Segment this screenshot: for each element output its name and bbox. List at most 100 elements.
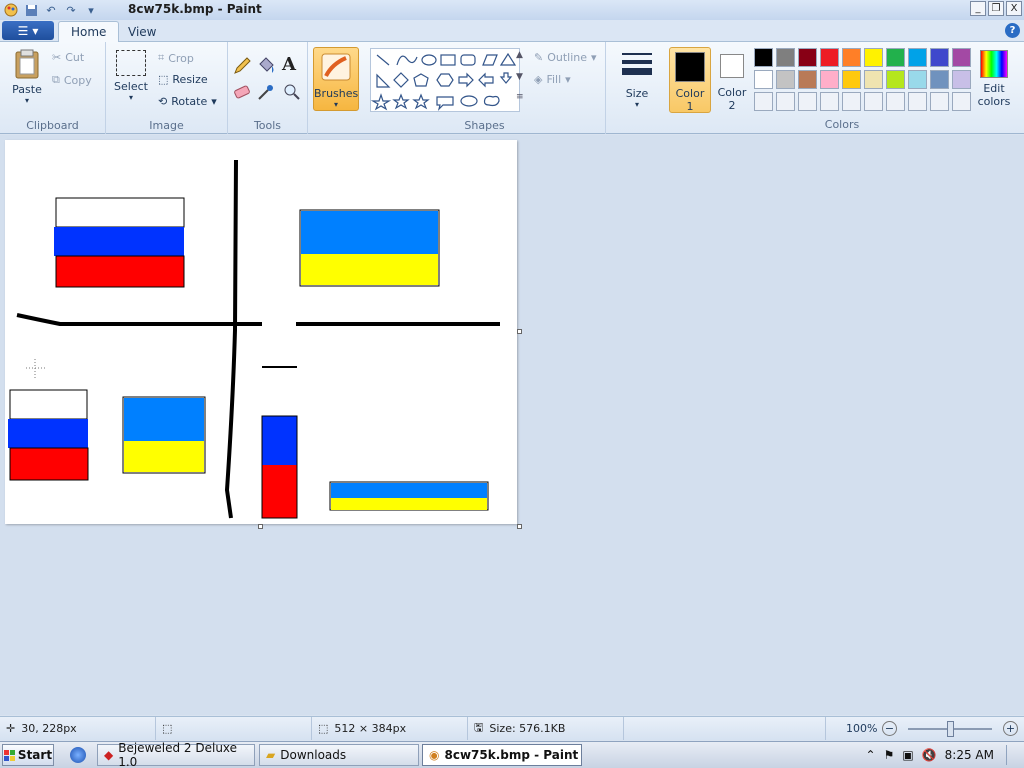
fill-bucket-icon[interactable] xyxy=(256,56,276,76)
resize-handle-bottom[interactable] xyxy=(258,524,263,529)
browser-quicklaunch-icon[interactable] xyxy=(70,747,86,763)
undo-icon[interactable]: ↶ xyxy=(42,2,60,18)
eraser-icon[interactable] xyxy=(232,82,252,102)
minimize-button[interactable]: _ xyxy=(970,1,986,16)
size-button[interactable]: Size ▾ xyxy=(614,50,660,109)
fill-button[interactable]: ◈ Fill ▾ xyxy=(534,73,571,86)
palette-swatch[interactable] xyxy=(798,70,817,89)
palette-swatch[interactable] xyxy=(776,48,795,67)
volume-muted-icon[interactable]: 🔇 xyxy=(922,748,937,762)
save-icon[interactable] xyxy=(22,2,40,18)
resize-button[interactable]: ⬚ Resize xyxy=(158,73,208,86)
taskbar-item-bejeweled[interactable]: ◆ Bejeweled 2 Deluxe 1.0 xyxy=(97,741,255,768)
magnifier-icon[interactable] xyxy=(282,82,302,102)
application-menu-button[interactable]: ☰ ▾ xyxy=(2,21,54,40)
paste-icon xyxy=(15,49,39,79)
palette-swatch[interactable] xyxy=(798,48,817,67)
folder-icon: ▰ xyxy=(266,748,276,762)
color1-button[interactable]: Color 1 xyxy=(669,47,711,113)
customize-quick-access-icon[interactable]: ▾ xyxy=(82,2,100,18)
drawing-canvas[interactable] xyxy=(5,140,517,524)
palette-swatch-empty[interactable] xyxy=(886,92,905,111)
file-size: 🖫 Size: 576.1KB xyxy=(468,717,624,740)
palette-swatch[interactable] xyxy=(886,70,905,89)
color2-button[interactable]: Color 2 xyxy=(712,47,752,113)
text-tool-icon[interactable]: A xyxy=(282,54,302,75)
palette-swatch[interactable] xyxy=(930,48,949,67)
palette-swatch[interactable] xyxy=(908,48,927,67)
palette-swatch[interactable] xyxy=(952,48,971,67)
palette-swatch-empty[interactable] xyxy=(952,92,971,111)
shapes-scroll-up-icon[interactable]: ▲ xyxy=(516,50,523,60)
taskbar-item-paint[interactable]: ◉ 8cw75k.bmp - Paint xyxy=(422,744,582,766)
palette-swatch-empty[interactable] xyxy=(930,92,949,111)
crop-button[interactable]: ⌗ Crop xyxy=(158,51,194,65)
edit-colors-button[interactable]: Edit colors xyxy=(976,50,1012,108)
resize-label: Resize xyxy=(172,73,208,86)
rotate-button[interactable]: ⟲ Rotate ▾ xyxy=(158,95,217,108)
start-label: Start xyxy=(17,748,53,762)
resize-handle-right[interactable] xyxy=(517,329,522,334)
palette-swatch-empty[interactable] xyxy=(776,92,795,111)
paint-app-icon[interactable] xyxy=(2,2,20,18)
taskbar-item-downloads[interactable]: ▰ Downloads xyxy=(259,744,419,766)
brushes-button[interactable]: Brushes ▾ xyxy=(313,47,359,111)
outline-dropdown-icon: ▾ xyxy=(591,51,597,64)
help-icon[interactable]: ? xyxy=(1005,23,1020,38)
palette-swatch[interactable] xyxy=(820,48,839,67)
palette-swatch[interactable] xyxy=(864,70,883,89)
cut-button[interactable]: ✂ Cut xyxy=(52,51,84,64)
show-hidden-icons-icon[interactable]: ⌃ xyxy=(866,748,876,762)
palette-swatch[interactable] xyxy=(776,70,795,89)
flag-icon[interactable]: ⚑ xyxy=(884,748,895,762)
rotate-dropdown-icon: ▾ xyxy=(211,95,217,108)
palette-swatch-empty[interactable] xyxy=(754,92,773,111)
resize-handle-corner[interactable] xyxy=(517,524,522,529)
clock[interactable]: 8:25 AM xyxy=(945,748,994,762)
copy-button[interactable]: ⧉ Copy xyxy=(52,73,92,87)
palette-swatch-empty[interactable] xyxy=(864,92,883,111)
palette-swatch[interactable] xyxy=(842,48,861,67)
palette-swatch[interactable] xyxy=(754,70,773,89)
shapes-expand-icon[interactable]: ≡ xyxy=(516,92,524,102)
paste-button[interactable]: Paste ▾ xyxy=(8,48,46,105)
canvas-workspace[interactable] xyxy=(0,135,1024,715)
shapes-scroll-down-icon[interactable]: ▼ xyxy=(516,72,523,82)
start-button[interactable]: Start xyxy=(2,744,54,766)
palette-swatch[interactable] xyxy=(886,48,905,67)
restore-button[interactable]: ❐ xyxy=(988,1,1004,16)
tab-home[interactable]: Home xyxy=(58,21,120,42)
palette-swatch-empty[interactable] xyxy=(908,92,927,111)
zoom-out-button[interactable]: − xyxy=(882,721,897,736)
paste-label: Paste xyxy=(12,83,42,96)
redo-icon[interactable]: ↷ xyxy=(62,2,80,18)
tab-view[interactable]: View xyxy=(116,21,168,42)
close-button[interactable]: X xyxy=(1006,1,1022,16)
outline-button[interactable]: ✎ Outline ▾ xyxy=(534,51,597,64)
select-button[interactable]: Select ▾ xyxy=(114,50,148,102)
zoom-in-button[interactable]: + xyxy=(1003,721,1018,736)
show-desktop-button[interactable] xyxy=(1006,745,1022,765)
palette-swatch[interactable] xyxy=(754,48,773,67)
color1-number: 1 xyxy=(686,100,694,113)
size-dropdown-icon: ▾ xyxy=(634,100,639,109)
palette-swatch[interactable] xyxy=(908,70,927,89)
palette-swatch[interactable] xyxy=(842,70,861,89)
crosshair-cursor xyxy=(26,359,45,378)
scissors-icon: ✂ xyxy=(52,51,62,64)
palette-swatch[interactable] xyxy=(820,70,839,89)
palette-swatch[interactable] xyxy=(952,70,971,89)
outline-icon: ✎ xyxy=(534,51,544,64)
palette-swatch[interactable] xyxy=(930,70,949,89)
zoom-slider-thumb[interactable] xyxy=(947,721,954,737)
pencil-icon[interactable] xyxy=(232,56,252,76)
color-picker-icon[interactable] xyxy=(256,82,276,102)
palette-swatch-empty[interactable] xyxy=(842,92,861,111)
network-icon[interactable]: ▣ xyxy=(902,748,913,762)
palette-swatch-empty[interactable] xyxy=(798,92,817,111)
windows-logo-icon xyxy=(3,749,15,761)
shapes-gallery[interactable] xyxy=(370,48,520,112)
palette-swatch[interactable] xyxy=(864,48,883,67)
palette-swatch-empty[interactable] xyxy=(820,92,839,111)
selection-icon: ⬚ xyxy=(162,722,173,735)
